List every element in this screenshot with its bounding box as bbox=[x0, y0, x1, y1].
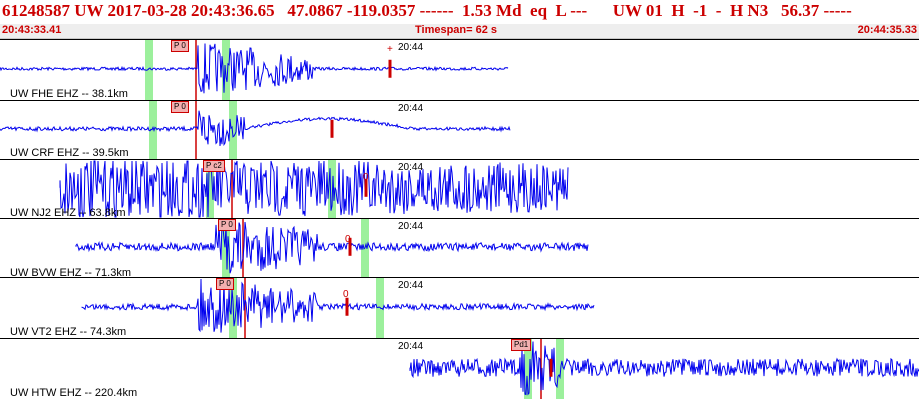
trace-panel-bvw[interactable]: 20:44 P 0 UW BVW EHZ -- 71.3km bbox=[0, 218, 919, 279]
p-pick-marker[interactable]: P 0 bbox=[171, 40, 189, 52]
station-label: UW VT2 EHZ -- 74.3km bbox=[10, 326, 127, 338]
trace-panel-vt2[interactable]: 20:44 P 0 UW VT2 EHZ -- 74.3km bbox=[0, 277, 919, 340]
p-pick-marker[interactable]: P 0 bbox=[171, 101, 189, 113]
p-pick-marker[interactable]: P c2 bbox=[203, 160, 225, 172]
time-tick: 20:44 bbox=[398, 42, 424, 53]
time-tick: 20:44 bbox=[398, 162, 424, 173]
trace-panel-htw[interactable]: 20:44 Pd1 UW HTW EHZ -- 220.4km bbox=[0, 338, 919, 401]
p-pick-marker[interactable]: Pd1 bbox=[511, 339, 532, 351]
trace-panel-crf[interactable]: 20:44 P 0 UW CRF EHZ -- 39.5km bbox=[0, 100, 919, 161]
station-label: UW CRF EHZ -- 39.5km bbox=[10, 147, 129, 159]
station-label: UW FHE EHZ -- 38.1km bbox=[10, 88, 128, 100]
station-label: UW HTW EHZ -- 220.4km bbox=[10, 387, 138, 399]
time-tick: 20:44 bbox=[398, 341, 424, 352]
time-tick: 20:44 bbox=[398, 221, 424, 232]
p-pick-marker[interactable]: P 0 bbox=[218, 219, 236, 231]
p-pick-marker[interactable]: P 0 bbox=[216, 278, 234, 290]
time-tick: 20:44 bbox=[398, 103, 424, 114]
trace-panel-fhe[interactable]: 20:44 P 0 UW FHE EHZ -- 38.1km bbox=[0, 39, 919, 102]
time-tick: 20:44 bbox=[398, 280, 424, 291]
trace-panel-nj2[interactable]: 20:44 P c2 UW NJ2 EHZ -- 63.8km bbox=[0, 159, 919, 220]
